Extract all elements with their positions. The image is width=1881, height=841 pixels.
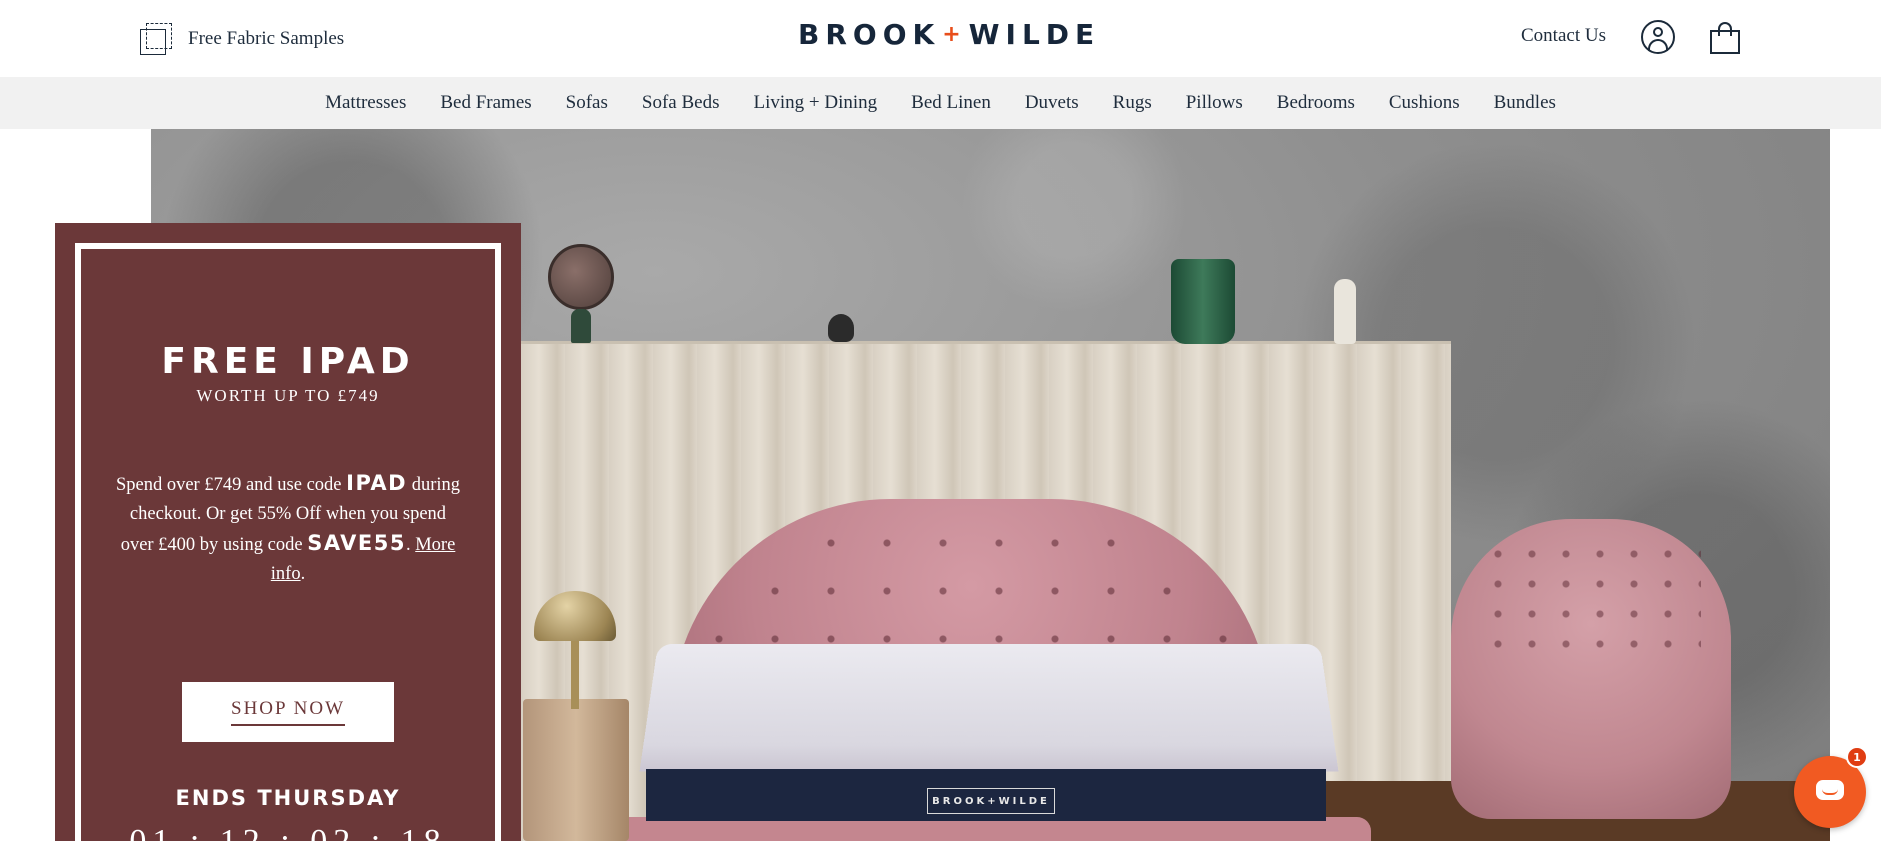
nav-item-bed-linen[interactable]: Bed Linen — [911, 92, 991, 114]
fabric-swatch-icon — [140, 22, 174, 56]
green-vase-decor — [1171, 259, 1235, 344]
wooden-stool — [523, 699, 629, 841]
promo-text-3: . — [406, 535, 415, 555]
contact-us-link[interactable]: Contact Us — [1521, 25, 1606, 47]
promo-text-4: . — [301, 564, 306, 584]
promo-text-1: Spend over £749 and use code — [116, 475, 346, 495]
chat-icon — [1816, 780, 1844, 800]
promo-code-ipad: IPAD — [346, 471, 407, 495]
nav-item-duvets[interactable]: Duvets — [1025, 92, 1079, 114]
promo-title: FREE IPAD — [55, 341, 521, 382]
mattress-brand-label: BROOK+WILDE — [927, 788, 1055, 814]
small-vase-decor — [828, 314, 854, 342]
logo-plus: + — [942, 22, 960, 47]
chat-notification-badge: 1 — [1846, 746, 1868, 768]
countdown-timer: 01 : 12 : 02 : 18 — [55, 823, 521, 841]
nav-item-sofa-beds[interactable]: Sofa Beds — [642, 92, 720, 114]
logo-wilde: WILDE — [969, 18, 1101, 51]
nav-item-sofas[interactable]: Sofas — [566, 92, 608, 114]
round-mirror-decor — [548, 244, 614, 310]
nav-item-rugs[interactable]: Rugs — [1113, 92, 1152, 114]
offer-ends-label: ENDS THURSDAY — [55, 786, 521, 810]
promo-subtitle: WORTH UP TO £749 — [55, 386, 521, 406]
nav-item-bedrooms[interactable]: Bedrooms — [1277, 92, 1355, 114]
shopping-bag-icon[interactable] — [1710, 22, 1740, 52]
promo-code-save55: SAVE55 — [307, 531, 406, 555]
free-fabric-samples-link[interactable]: Free Fabric Samples — [140, 22, 344, 56]
mattress-top — [640, 644, 1339, 771]
free-fabric-samples-label: Free Fabric Samples — [188, 28, 344, 50]
nav-item-mattresses[interactable]: Mattresses — [325, 92, 406, 114]
pink-armchair — [1451, 519, 1731, 819]
nav-item-pillows[interactable]: Pillows — [1186, 92, 1243, 114]
promo-description: Spend over £749 and use code IPAD during… — [115, 469, 461, 589]
site-header: Free Fabric Samples BROOK + WILDE Contac… — [0, 0, 1881, 77]
main-nav: Mattresses Bed Frames Sofas Sofa Beds Li… — [0, 77, 1881, 129]
shop-now-button[interactable]: SHOP NOW — [182, 682, 394, 742]
logo-brook: BROOK — [798, 18, 940, 51]
promo-card: FREE IPAD WORTH UP TO £749 Spend over £7… — [55, 223, 521, 841]
nav-item-cushions[interactable]: Cushions — [1389, 92, 1460, 114]
account-icon[interactable] — [1641, 20, 1675, 54]
brand-logo[interactable]: BROOK + WILDE — [798, 18, 1100, 51]
mirror-stand-decor — [571, 309, 591, 343]
white-vase-decor — [1334, 279, 1356, 344]
nav-item-living-dining[interactable]: Living + Dining — [753, 92, 877, 114]
nav-item-bed-frames[interactable]: Bed Frames — [440, 92, 531, 114]
shop-now-label: SHOP NOW — [231, 698, 345, 726]
nav-item-bundles[interactable]: Bundles — [1494, 92, 1556, 114]
lamp-pole — [571, 639, 579, 709]
